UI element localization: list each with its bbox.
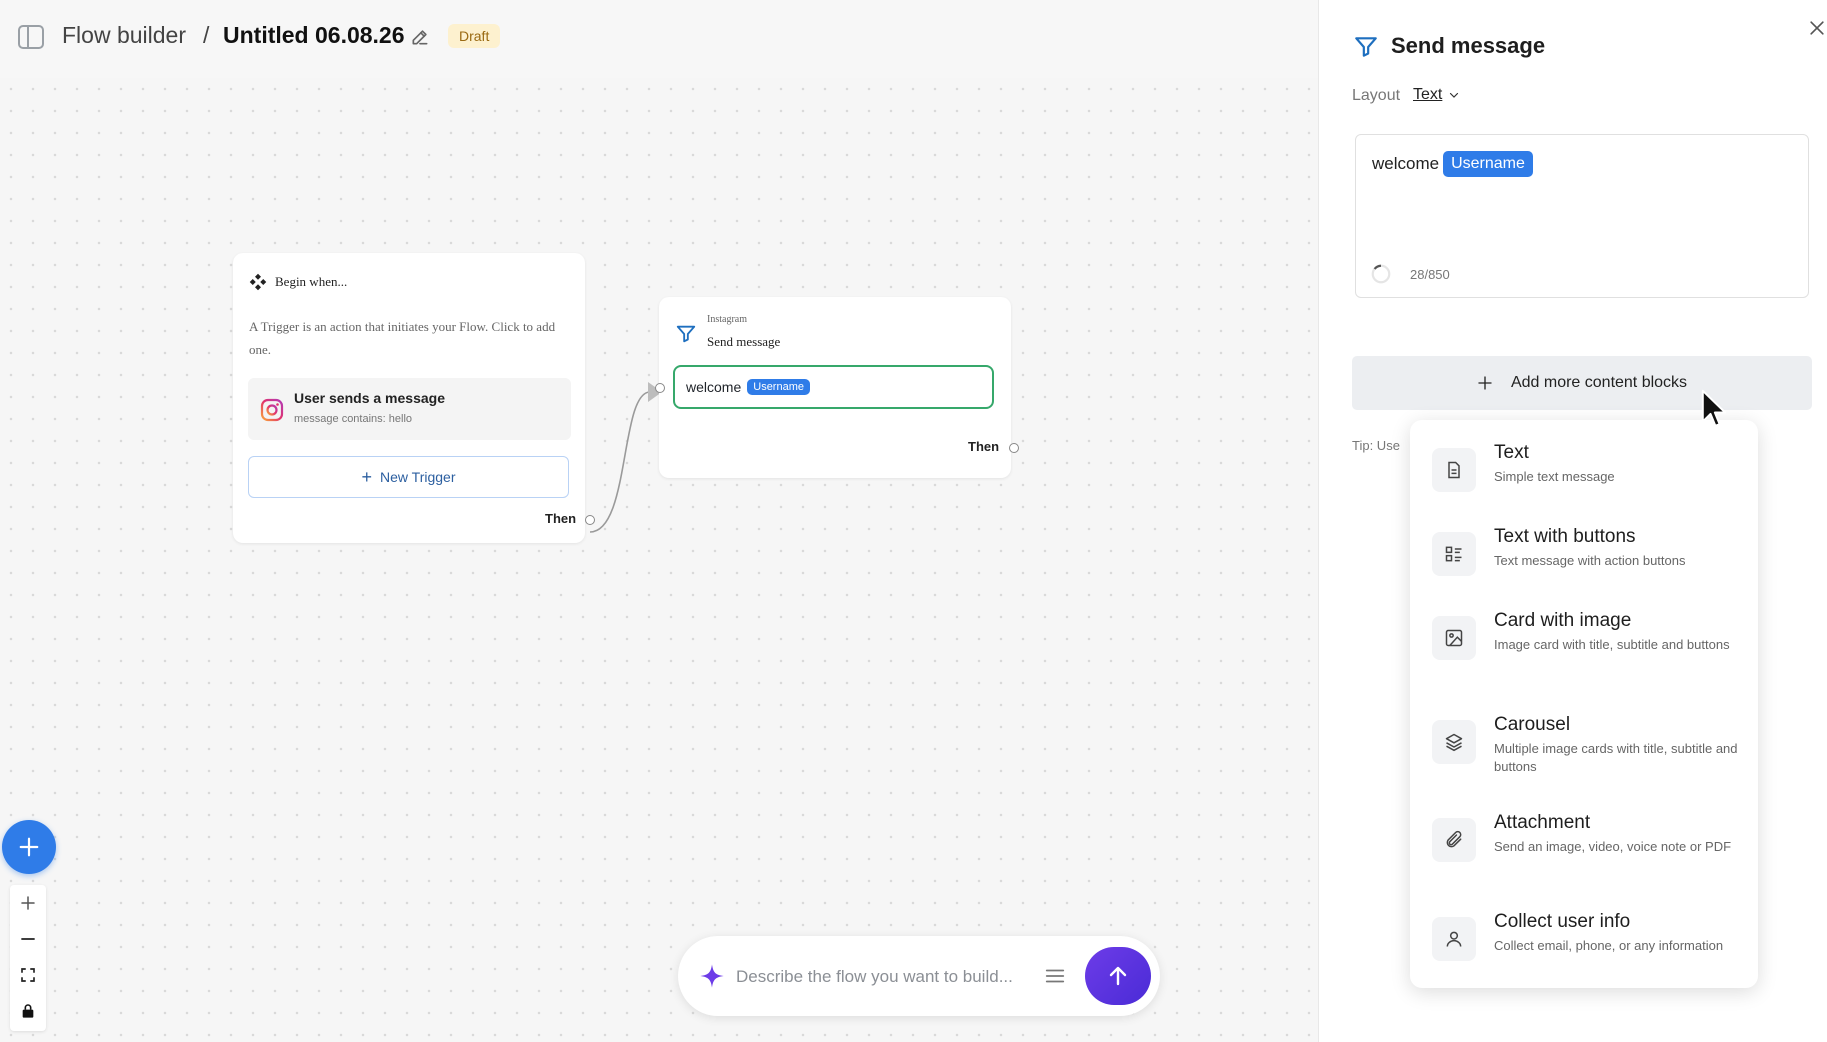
- layout-value: Text: [1413, 86, 1443, 103]
- fullscreen-icon: [21, 968, 35, 982]
- trigger-header: Begin when...: [249, 273, 347, 291]
- mouse-cursor-icon: [1701, 389, 1727, 427]
- layers-icon: [1432, 720, 1476, 764]
- pencil-icon[interactable]: [410, 27, 430, 47]
- menu-item-desc: Image card with title, subtitle and butt…: [1494, 637, 1730, 652]
- layout-select[interactable]: Text: [1413, 86, 1460, 104]
- message-platform: Instagram: [707, 314, 747, 325]
- trigger-item[interactable]: User sends a message message contains: h…: [248, 378, 571, 440]
- zoom-in-button[interactable]: [10, 885, 46, 921]
- ai-prompt-bar: [678, 936, 1160, 1016]
- top-bar: Flow builder / Untitled 06.08.26 Draft: [0, 0, 1318, 78]
- trigger-node[interactable]: Begin when... A Trigger is an action tha…: [233, 253, 595, 543]
- document-icon: [1432, 448, 1476, 492]
- menu-item-title: Text with buttons: [1494, 526, 1636, 547]
- sidebar-toggle-icon[interactable]: [18, 25, 44, 49]
- new-trigger-button[interactable]: + New Trigger: [248, 456, 569, 498]
- plus-icon: [1478, 376, 1492, 390]
- trigger-output-port[interactable]: [585, 515, 595, 525]
- trigger-then-label: Then: [545, 511, 577, 526]
- breadcrumb-root[interactable]: Flow builder: [62, 22, 186, 49]
- menu-icon[interactable]: [1044, 965, 1066, 987]
- menu-item-title: Text: [1494, 442, 1529, 463]
- editor-content: welcome Username: [1372, 151, 1533, 177]
- add-content-blocks-button[interactable]: Add more content blocks: [1352, 356, 1812, 410]
- zoom-controls: [10, 885, 46, 1031]
- editor-text: welcome: [1372, 154, 1440, 173]
- send-filter-icon: [1355, 37, 1377, 57]
- menu-item-desc: Send an image, video, voice note or PDF: [1494, 839, 1732, 854]
- send-filter-icon: [676, 325, 696, 343]
- menu-item-desc: Collect email, phone, or any information: [1494, 938, 1724, 953]
- new-trigger-label: New Trigger: [380, 469, 456, 485]
- message-then-label: Then: [968, 439, 1000, 454]
- zoom-out-button[interactable]: [10, 921, 46, 957]
- message-bubble[interactable]: welcome Username: [673, 365, 994, 409]
- message-text: welcome: [686, 379, 742, 395]
- status-badge: Draft: [448, 24, 501, 48]
- user-icon: [1432, 917, 1476, 961]
- character-count-ring-icon: [1371, 264, 1391, 284]
- content-block-menu: Text Simple text message Text with butto…: [1410, 420, 1758, 988]
- flow-canvas[interactable]: [0, 78, 1318, 1042]
- trigger-item-title: User sends a message: [294, 390, 445, 406]
- chevron-down-icon: [1450, 92, 1459, 98]
- flow-title: Untitled 06.08.26: [223, 22, 405, 48]
- instagram-icon: [260, 398, 284, 422]
- add-content-blocks-label: Add more content blocks: [1510, 374, 1688, 391]
- menu-item-title: Attachment: [1494, 812, 1591, 833]
- tip-text: Tip: Use: [1352, 438, 1400, 453]
- message-editor[interactable]: welcome Username 28/850: [1355, 134, 1809, 298]
- menu-item-desc: Text message with action buttons: [1494, 553, 1686, 568]
- message-node-title: Send message: [707, 334, 781, 349]
- menu-item-title: Card with image: [1494, 610, 1632, 631]
- menu-item-title: Collect user info: [1494, 911, 1631, 932]
- menu-item-desc: Multiple image cards with title, subtitl…: [1494, 741, 1738, 774]
- fit-view-button[interactable]: [10, 957, 46, 993]
- layout-label: Layout: [1352, 87, 1401, 104]
- message-output-port[interactable]: [1009, 443, 1019, 453]
- menu-item-desc: Simple text message: [1494, 469, 1615, 484]
- breadcrumb-separator: /: [203, 22, 210, 48]
- add-node-button[interactable]: [2, 820, 56, 874]
- arrow-up-icon: [1109, 966, 1127, 986]
- send-message-node[interactable]: Instagram Send message welcome Username …: [655, 297, 1019, 478]
- message-input-port[interactable]: [655, 383, 665, 393]
- username-chip: Username: [1443, 151, 1533, 177]
- flow-prompt-input[interactable]: [734, 960, 1028, 994]
- trigger-heading: Begin when...: [275, 274, 348, 289]
- menu-item-title: Carousel: [1494, 714, 1571, 735]
- plus-icon: [21, 896, 35, 910]
- character-counter: 28/850: [1410, 267, 1450, 282]
- send-prompt-button[interactable]: [1085, 947, 1151, 1005]
- trigger-item-subtitle: message contains: hello: [294, 413, 413, 425]
- trigger-diamond-icon: [249, 273, 267, 291]
- username-chip: Username: [747, 379, 810, 395]
- sparkle-icon: [700, 964, 724, 988]
- panel-title: Send message: [1391, 33, 1546, 58]
- lock-icon: [22, 1004, 34, 1018]
- plus-icon: [19, 837, 39, 857]
- plus-icon: +: [361, 466, 373, 487]
- close-icon[interactable]: [1807, 18, 1827, 38]
- trigger-description: A Trigger is an action that initiates yo…: [249, 319, 556, 357]
- list-buttons-icon: [1432, 532, 1476, 576]
- image-icon: [1432, 616, 1476, 660]
- lock-button[interactable]: [10, 993, 46, 1029]
- minus-icon: [21, 938, 35, 940]
- paperclip-icon: [1432, 818, 1476, 862]
